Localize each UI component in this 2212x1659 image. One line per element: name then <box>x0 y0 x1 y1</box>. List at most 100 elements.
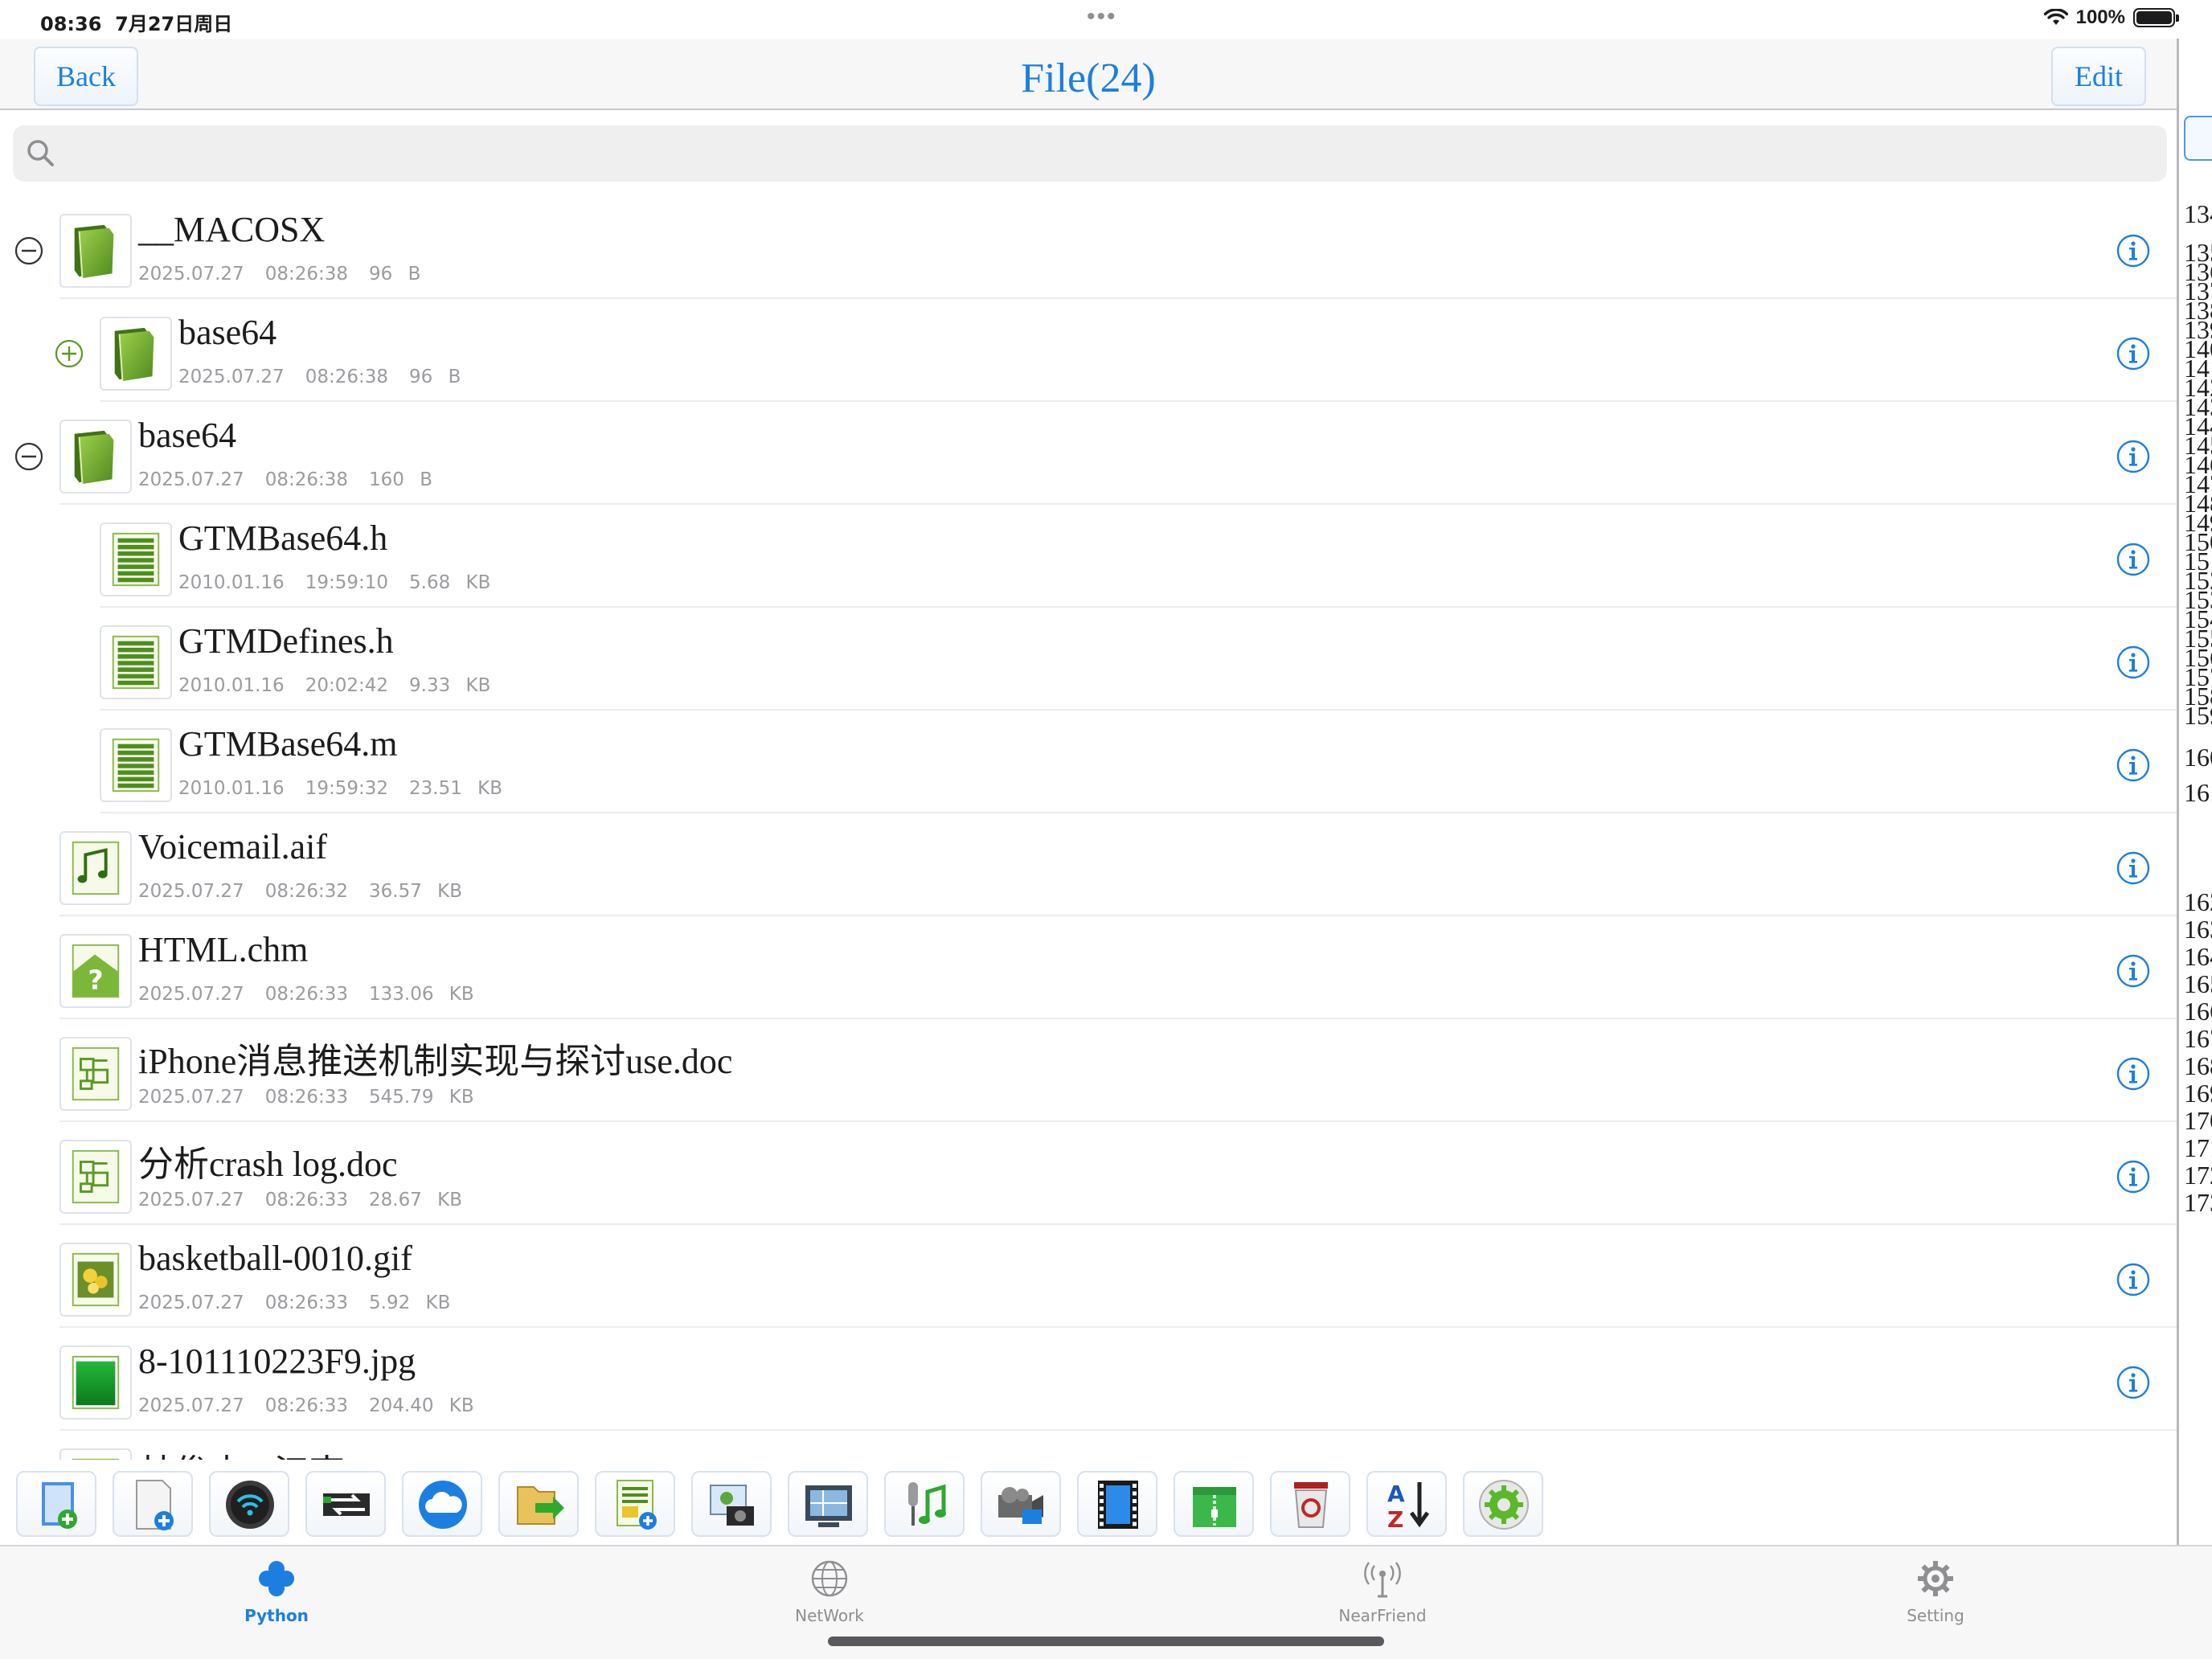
file-size: 5.92 KB <box>369 1292 451 1313</box>
wifi-transfer-button[interactable] <box>209 1471 289 1537</box>
zip-icon <box>1193 1487 1236 1527</box>
file-size: 96 B <box>409 367 461 387</box>
new-document-button[interactable] <box>113 1471 193 1537</box>
file-date: 2025.07.27 <box>138 1395 244 1416</box>
sync-button[interactable] <box>305 1471 386 1537</box>
new-note-button[interactable] <box>595 1471 675 1537</box>
film-icon <box>1098 1481 1138 1529</box>
info-icon[interactable] <box>2116 542 2151 577</box>
search-input[interactable] <box>69 132 2151 175</box>
file-date: 2025.07.27 <box>138 984 244 1005</box>
cloud-button[interactable] <box>402 1471 482 1537</box>
file-row[interactable]: basketball-0010.gif 2025.07.27 08:26:33 5.9… <box>0 1225 2177 1328</box>
video-camera-button[interactable] <box>981 1471 1061 1537</box>
side-line-number-panel[interactable]: 1341351361371381391401411421431441451461… <box>2177 39 2212 1550</box>
new-file-button[interactable] <box>16 1471 96 1537</box>
gear-icon <box>1918 1561 1953 1596</box>
import-folder-button[interactable] <box>498 1471 579 1537</box>
file-row[interactable]: 分析crash log.doc 2025.07.27 08:26:33 28.67 K… <box>0 1122 2177 1225</box>
file-date: 2025.07.27 <box>138 469 244 490</box>
trash-button[interactable] <box>1270 1471 1350 1537</box>
file-row[interactable]: GTMBase64.m 2010.01.16 19:59:32 23.51 KB <box>0 711 2177 813</box>
globe-icon <box>811 1560 848 1597</box>
help-file-icon: ? <box>72 944 120 998</box>
info-icon[interactable] <box>2116 850 2151 886</box>
record-audio-button[interactable] <box>884 1471 965 1537</box>
file-date: 2010.01.16 <box>178 675 285 696</box>
settings-gear-icon <box>1479 1480 1529 1530</box>
file-row[interactable]: Voicemail.aif 2025.07.27 08:26:32 36.57 KB <box>0 813 2177 916</box>
file-row[interactable]: base64 2025.07.27 08:26:38 160 B <box>0 402 2177 505</box>
zip-button[interactable] <box>1174 1471 1254 1537</box>
info-icon[interactable] <box>2116 1056 2151 1092</box>
doc-file-icon <box>72 1149 120 1204</box>
tab-label: Setting <box>1907 1606 1964 1625</box>
file-time: 20:02:42 <box>305 675 389 696</box>
screen-icon <box>805 1485 852 1527</box>
page-title: File(24) <box>1021 55 1156 101</box>
file-date: 2025.07.27 <box>178 367 285 387</box>
doc-file-icon <box>72 1047 120 1101</box>
tab-python[interactable]: Python <box>196 1558 357 1630</box>
file-name: GTMBase64.m <box>178 724 398 764</box>
file-thumbnail <box>59 420 132 494</box>
file-date: 2025.07.27 <box>138 264 244 285</box>
tab-label: NearFriend <box>1338 1606 1427 1625</box>
file-size: 545.79 KB <box>369 1087 474 1108</box>
text-file-icon <box>112 738 160 793</box>
multitask-dots-icon[interactable]: ••• <box>1087 3 1117 31</box>
side-line-number: 166 <box>2184 997 2212 1026</box>
file-row[interactable]: __MACOSX 2025.07.27 08:26:38 96 B <box>0 196 2177 299</box>
collapse-icon[interactable] <box>13 235 45 267</box>
file-row[interactable]: GTMDefines.h 2010.01.16 20:02:42 9.33 KB <box>0 608 2177 711</box>
sort-az-button[interactable]: AZ <box>1366 1471 1447 1537</box>
edit-button[interactable]: Edit <box>2051 47 2146 106</box>
svg-text:Z: Z <box>1387 1506 1403 1532</box>
side-panel-tab[interactable] <box>2184 116 2212 161</box>
file-row[interactable]: 8-101110223F9.jpg 2025.07.27 08:26:33 204.4… <box>0 1328 2177 1431</box>
tab-nearfriend[interactable]: NearFriend <box>1302 1558 1463 1630</box>
wifi-transfer-icon <box>226 1481 274 1529</box>
side-line-number: 168 <box>2184 1051 2212 1080</box>
file-thumbnail <box>59 1448 132 1460</box>
screen-button[interactable] <box>788 1471 868 1537</box>
file-meta: 2025.07.27 08:26:38 96 B <box>178 367 461 387</box>
file-name: iPhone消息推送机制实现与探讨use.doc <box>138 1042 733 1081</box>
info-icon[interactable] <box>2116 645 2151 680</box>
info-icon[interactable] <box>2116 748 2151 783</box>
file-row[interactable]: iPhone消息推送机制实现与探讨use.doc 2025.07.27 08:26:… <box>0 1019 2177 1122</box>
audio-file-icon <box>72 841 120 895</box>
settings-gear-button[interactable] <box>1463 1471 1543 1537</box>
info-icon[interactable] <box>2116 439 2151 474</box>
info-icon[interactable] <box>2116 1159 2151 1194</box>
info-icon[interactable] <box>2116 336 2151 371</box>
file-thumbnail <box>59 1243 132 1317</box>
file-time: 08:26:38 <box>264 469 349 490</box>
folder-icon <box>74 430 114 485</box>
info-icon[interactable] <box>2116 1262 2151 1297</box>
film-button[interactable] <box>1077 1471 1157 1537</box>
file-row[interactable]: base64 2025.07.27 08:26:38 96 B <box>0 299 2177 402</box>
file-row[interactable]: 林俊杰 - 江南.mp3 <box>0 1431 2177 1460</box>
photo-import-icon <box>710 1485 754 1526</box>
file-date: 2025.07.27 <box>138 1087 244 1108</box>
file-meta: 2010.01.16 20:02:42 9.33 KB <box>178 675 490 696</box>
file-row[interactable]: ? HTML.chm 2025.07.27 08:26:33 133.06 KB <box>0 916 2177 1019</box>
search-bar[interactable] <box>13 125 2167 182</box>
status-time: 08:36 7月27日周日 <box>40 13 233 35</box>
info-icon[interactable] <box>2116 233 2151 268</box>
file-row[interactable]: GTMBase64.h 2010.01.16 19:59:10 5.68 KB <box>0 505 2177 608</box>
svg-text:?: ? <box>88 964 103 995</box>
file-size: 5.68 KB <box>409 572 491 593</box>
info-icon[interactable] <box>2116 1365 2151 1400</box>
file-thumbnail <box>59 214 132 288</box>
tab-network[interactable]: NetWork <box>749 1558 910 1630</box>
info-icon[interactable] <box>2116 953 2151 989</box>
expand-icon[interactable] <box>53 338 85 370</box>
file-name: base64 <box>178 313 277 352</box>
tab-setting[interactable]: Setting <box>1855 1558 2016 1630</box>
collapse-icon[interactable] <box>13 440 45 473</box>
photo-import-button[interactable] <box>691 1471 772 1537</box>
file-time: 08:26:33 <box>264 1190 349 1210</box>
file-name: Voicemail.aif <box>138 827 327 866</box>
